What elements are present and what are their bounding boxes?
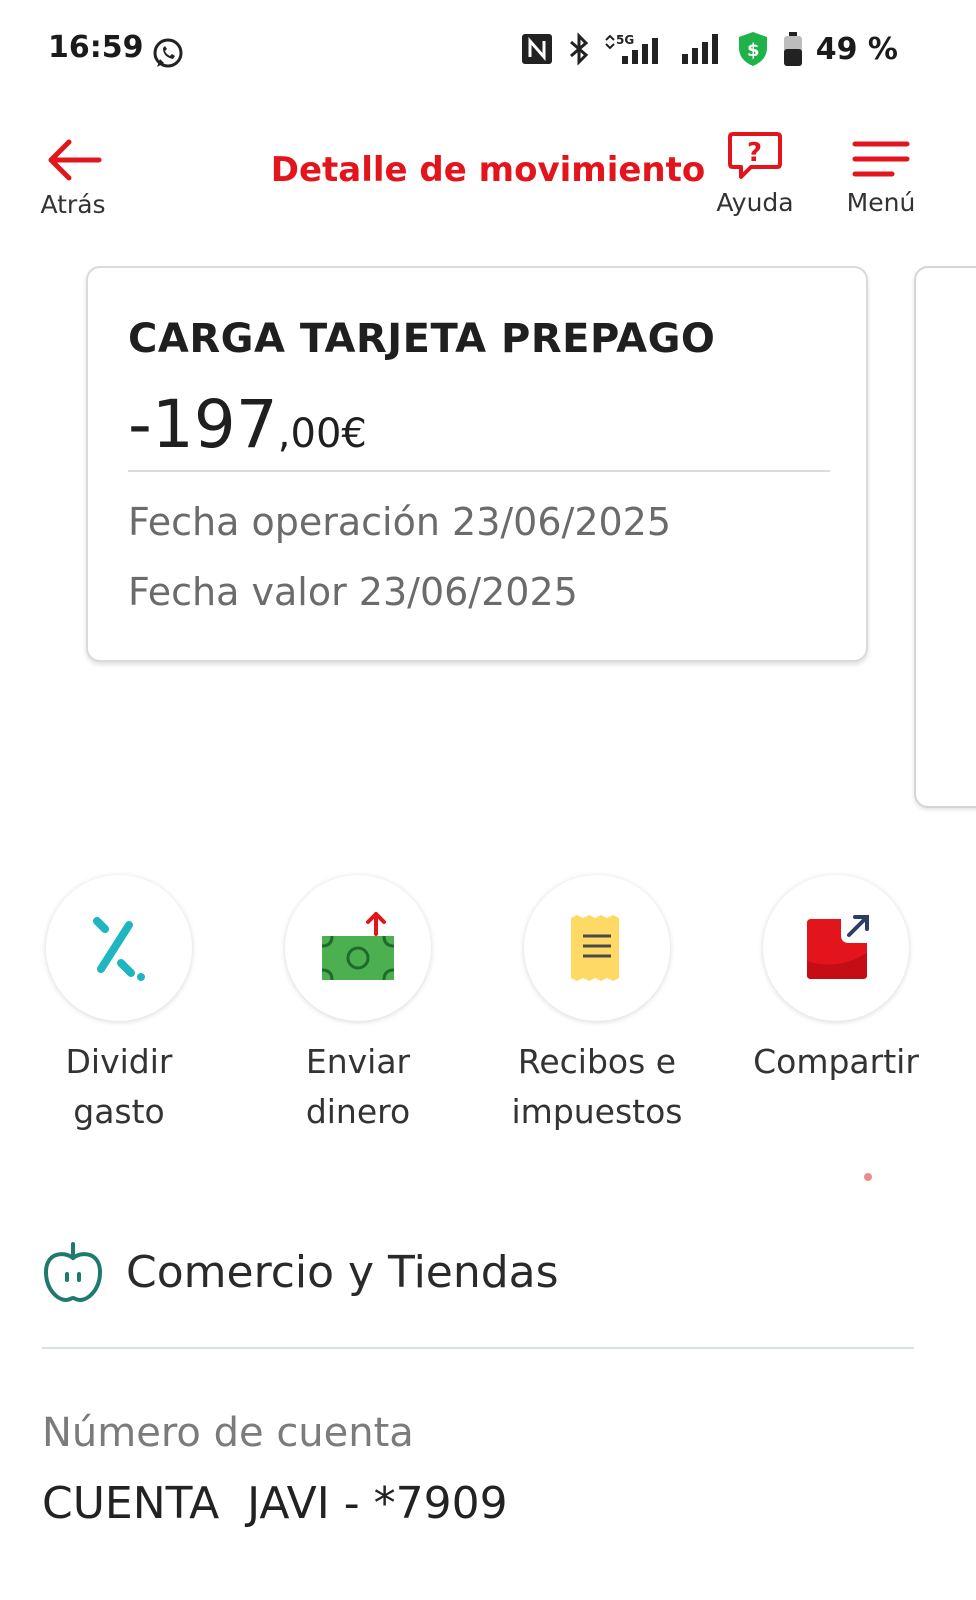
receipts-circle [524,875,670,1021]
battery-percentage: 49 % [815,31,898,67]
share-circle [763,875,909,1021]
svg-text:$: $ [747,40,760,61]
send-money-circle [285,875,431,1021]
split-expense-label: Dividir gasto [65,1042,173,1131]
help-button[interactable]: ? Ayuda [710,130,800,217]
nfc-icon [521,34,552,64]
apple-icon [43,1242,103,1303]
send-money-button[interactable]: Enviar dinero [258,875,458,1137]
bluetooth-icon [569,32,588,66]
movement-card: CARGA TARJETA PREPAGO -197,00€ Fecha ope… [86,266,868,662]
whatsapp-icon [150,36,186,76]
movement-amount: -197,00€ [128,386,367,463]
operation-date: Fecha operación 23/06/2025 [128,500,672,544]
hamburger-menu-icon [852,141,910,177]
share-button[interactable]: Compartir [736,875,936,1087]
send-money-icon [321,912,395,981]
amount-decimal: ,00€ [277,411,367,457]
svg-text:5G: 5G [616,33,634,47]
status-time: 16:59 [48,30,144,65]
share-label: Compartir [753,1042,919,1081]
category-label: Comercio y Tiendas [126,1246,559,1298]
send-money-label: Enviar dinero [305,1042,411,1131]
menu-button[interactable]: Menú [838,136,924,217]
svg-text:?: ? [747,138,762,168]
split-expense-icon [93,917,145,981]
battery-icon [783,32,802,66]
card-divider [128,470,830,472]
split-expense-button[interactable]: Dividir gasto [19,875,219,1137]
value-date: Fecha valor 23/06/2025 [128,570,578,614]
help-label: Ayuda [716,188,794,217]
page-indicator-dot [864,1173,872,1181]
menu-label: Menú [846,188,916,217]
amount-integer: -197 [128,386,278,463]
signal-icon [681,34,718,64]
receipts-label: Recibos e impuestos [511,1042,683,1131]
page-title: Detalle de movimiento [270,150,706,190]
next-card-peek[interactable] [914,266,976,808]
category-divider [42,1347,914,1349]
security-shield-icon: $ [738,32,767,66]
split-expense-circle [46,875,192,1021]
movement-title: CARGA TARJETA PREPAGO [128,316,716,362]
help-chat-icon: ? [728,132,782,179]
account-label: Número de cuenta [42,1410,414,1456]
account-value: CUENTA JAVI - *7909 [42,1478,508,1529]
5g-signal-icon: 5G [605,33,658,64]
share-icon [807,915,869,979]
receipt-icon [571,915,619,981]
receipts-button[interactable]: Recibos e impuestos [497,875,697,1137]
back-label: Atrás [40,190,106,219]
status-icons: 5G $ 49 % [520,30,898,68]
category-row[interactable]: Comercio y Tiendas [42,1240,559,1304]
